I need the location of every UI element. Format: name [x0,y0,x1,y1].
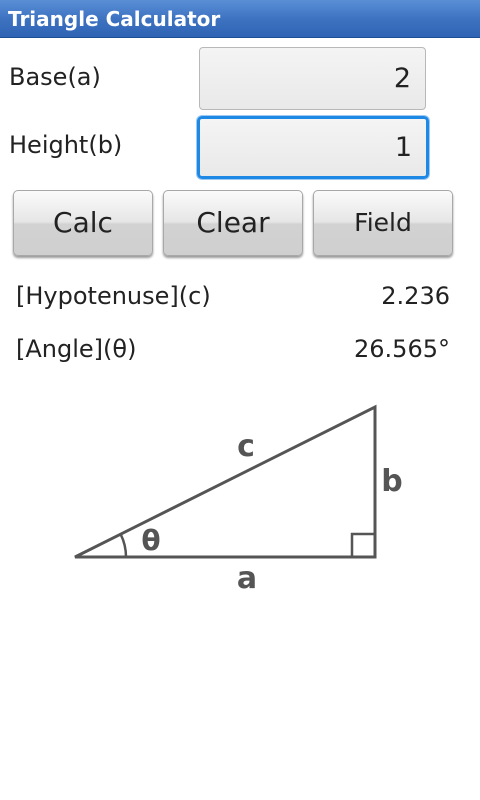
field-button[interactable]: Field [313,190,453,256]
clear-button[interactable]: Clear [163,190,303,256]
label-c: c [237,429,255,464]
title-bar: Triangle Calculator [0,0,480,38]
hypotenuse-label: [Hypotenuse](c) [16,282,211,310]
angle-value: 26.565° [354,335,450,363]
base-input[interactable]: 2 [199,47,426,110]
calc-button[interactable]: Calc [13,190,153,256]
label-b: b [381,464,402,499]
label-a: a [237,561,257,596]
triangle-shape [74,404,377,559]
height-label: Height(b) [9,131,123,159]
height-input[interactable]: 1 [197,116,429,179]
angle-label: [Angle](θ) [16,335,137,363]
angle-arc [119,533,128,558]
right-angle-marker [350,532,377,559]
hypotenuse-value: 2.236 [381,282,450,310]
base-label: Base(a) [9,63,101,91]
label-theta: θ [141,524,160,557]
triangle-diagram: c b θ a [74,404,403,596]
app-title: Triangle Calculator [8,7,221,31]
